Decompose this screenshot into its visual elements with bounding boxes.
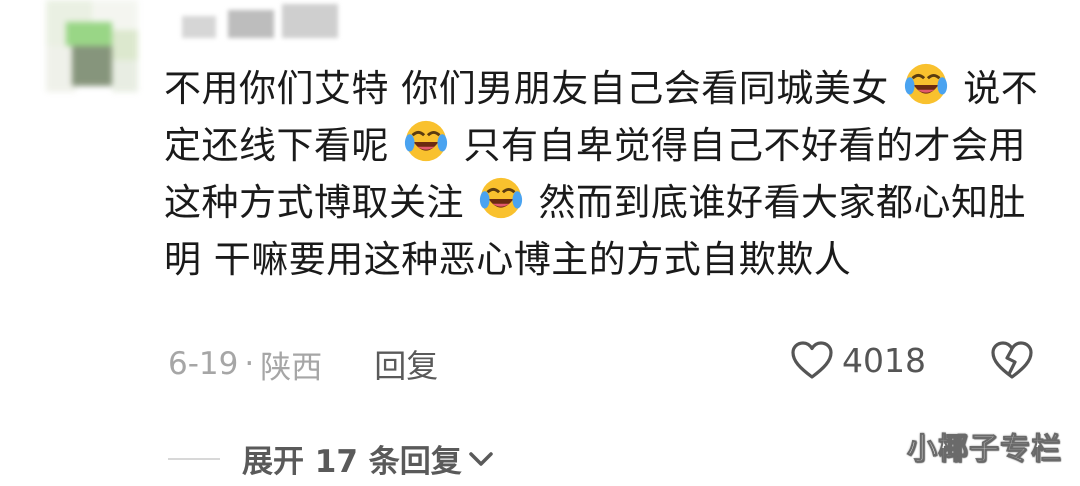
comment-meta: 6-19 · 陕西 回复 [168, 342, 438, 386]
avatar[interactable] [46, 0, 138, 92]
username[interactable] [182, 0, 342, 40]
comment-segment: 不用你们艾特 你们男朋友自己会看同城美女 [164, 67, 889, 110]
expand-replies-button[interactable]: 展开 17 条回复 [168, 436, 494, 481]
reply-button[interactable]: 回复 [374, 341, 438, 387]
expand-replies-label: 展开 17 条回复 [242, 444, 462, 480]
comment-card: 不用你们艾特 你们男朋友自己会看同城美女 说不定还线下看呢 只有自卑觉得自己不好… [0, 0, 1080, 486]
meta-separator: · [244, 346, 255, 382]
divider-line [168, 457, 220, 460]
dislike-button[interactable] [990, 340, 1034, 384]
laughing-tears-emoji-icon [480, 177, 523, 219]
watermark: 小椰子专栏 [907, 432, 1062, 468]
heart-icon [791, 341, 833, 379]
laughing-tears-emoji-icon [405, 120, 448, 162]
chevron-down-icon [468, 451, 493, 466]
like-button[interactable]: 4018 [790, 340, 926, 380]
comment-text: 不用你们艾特 你们男朋友自己会看同城美女 说不定还线下看呢 只有自卑觉得自己不好… [164, 60, 1044, 288]
like-count: 4018 [842, 340, 926, 380]
laughing-tears-emoji-icon [904, 63, 948, 105]
comment-location: 陕西 [260, 349, 323, 386]
comment-date: 6-19 [168, 346, 239, 382]
broken-heart-icon [991, 341, 1033, 379]
